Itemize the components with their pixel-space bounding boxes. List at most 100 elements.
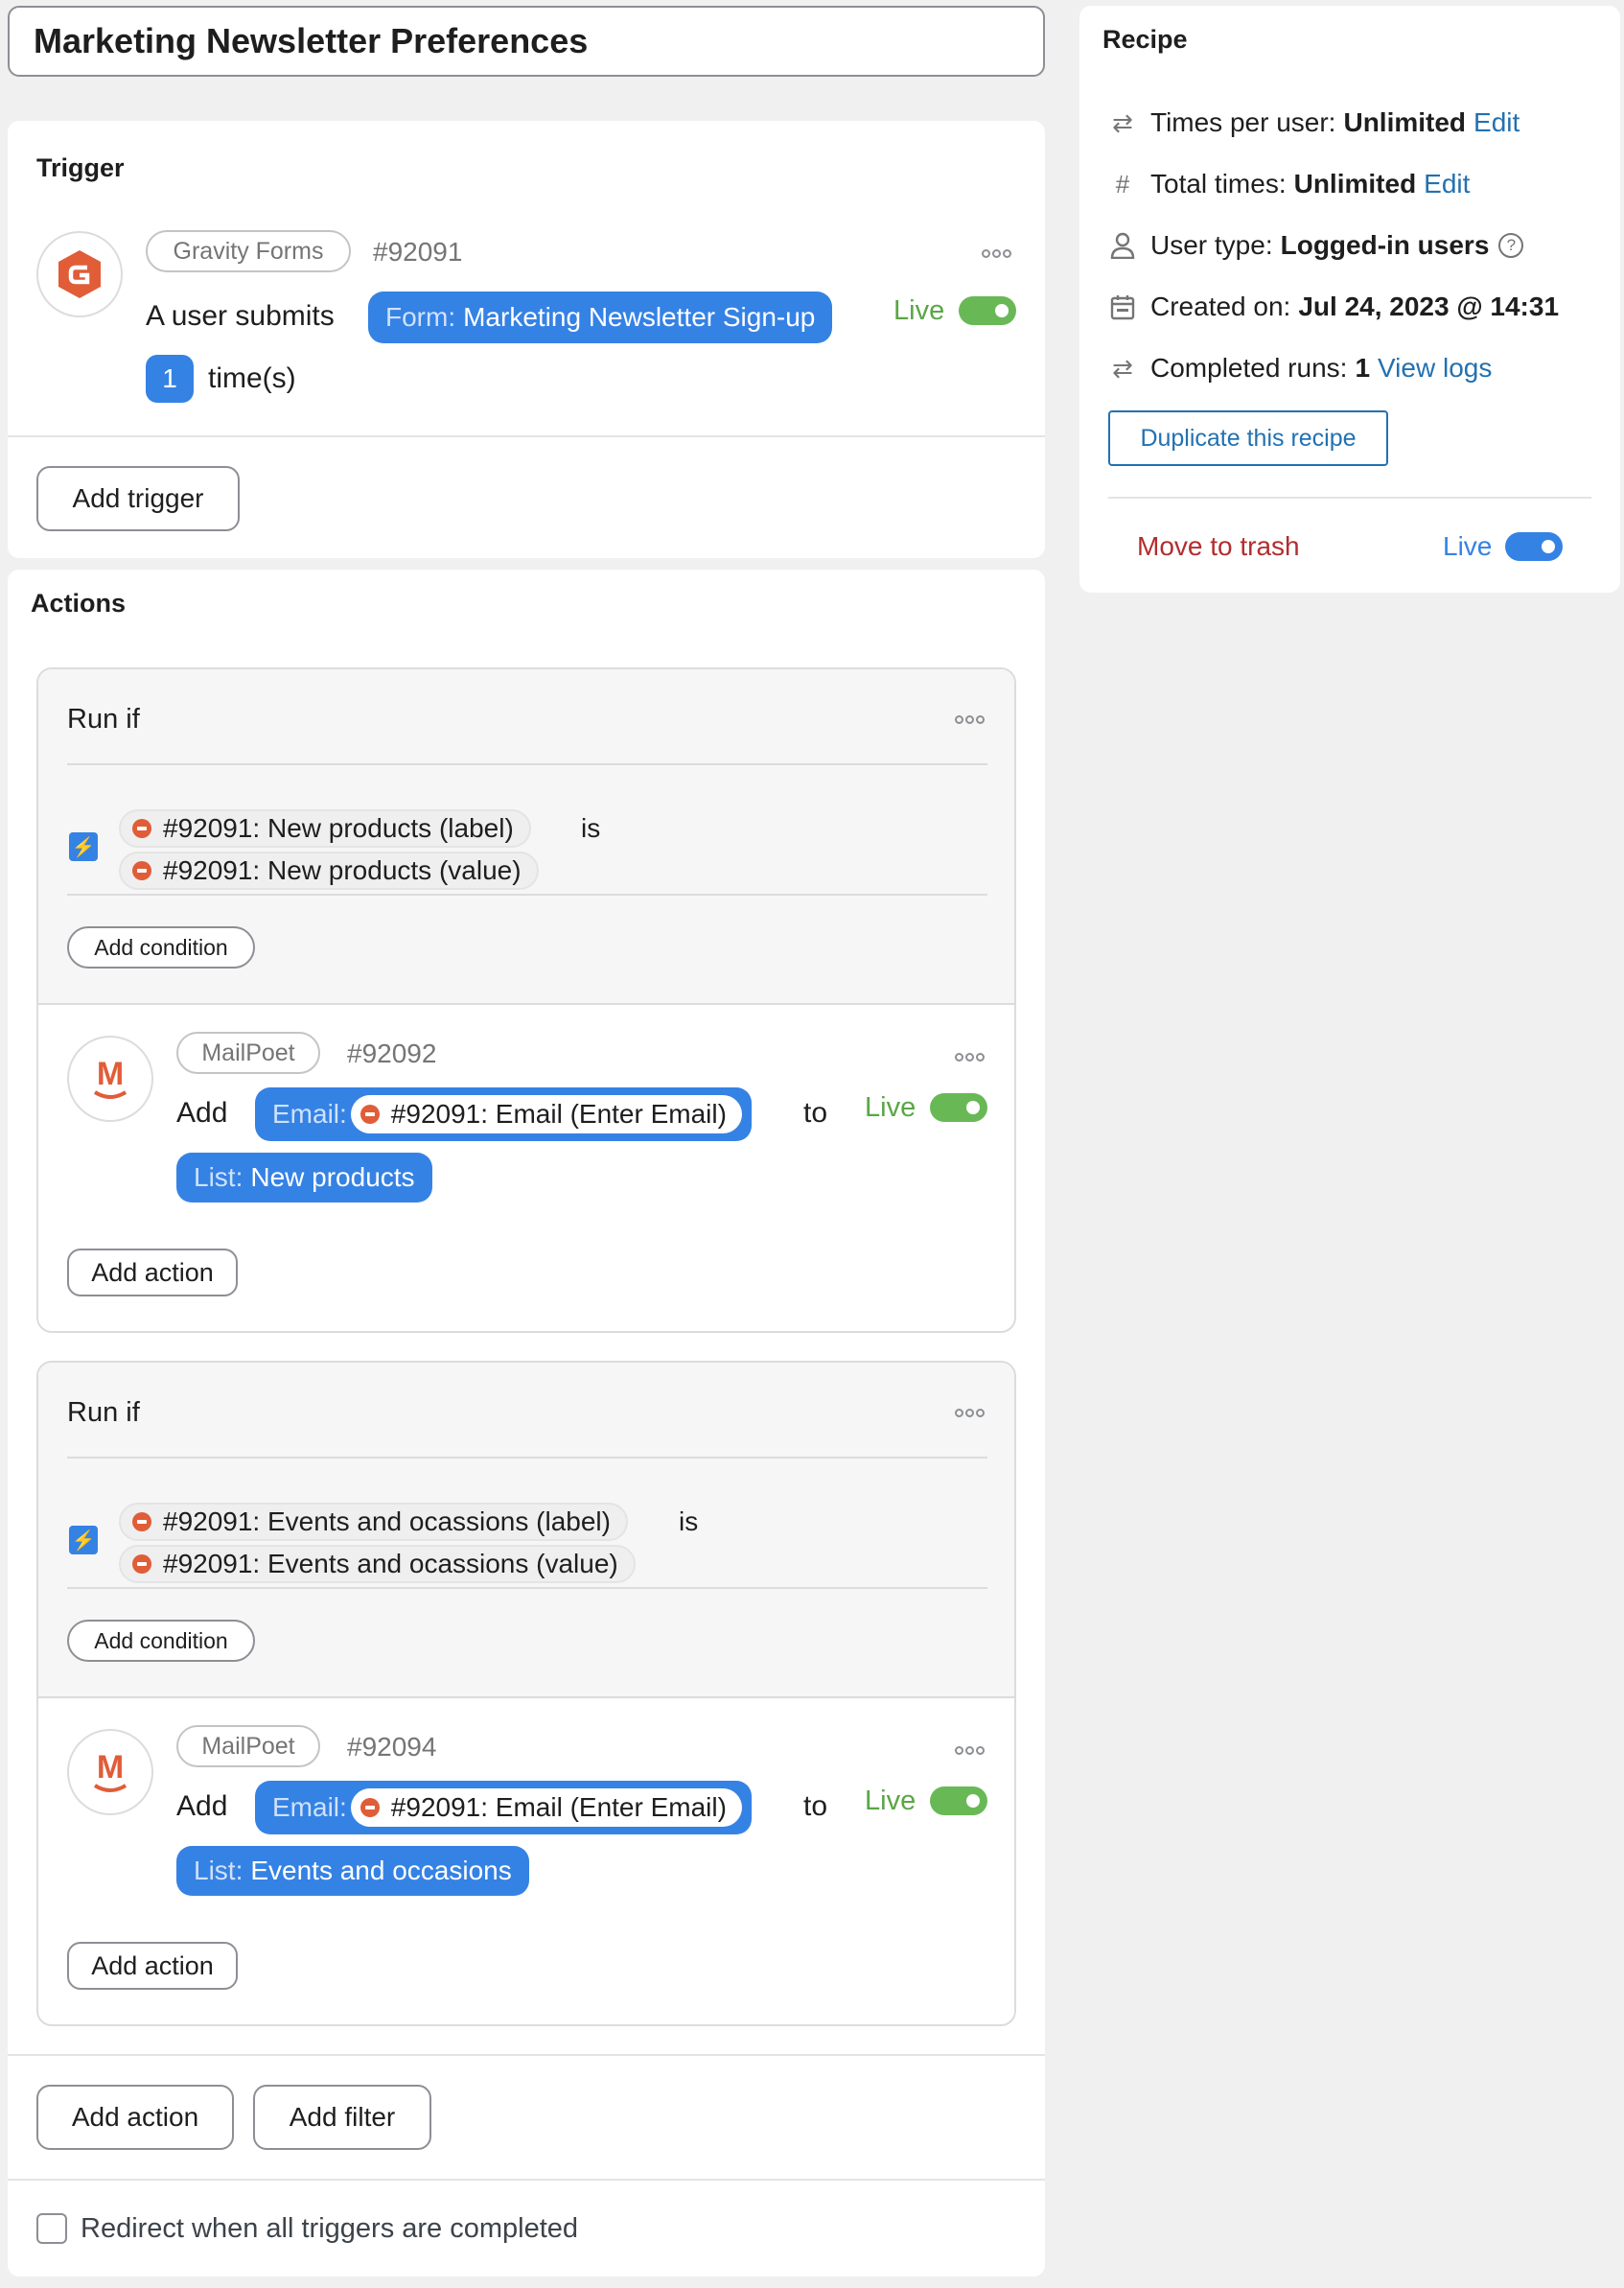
action-integration-badge: MailPoet — [176, 1032, 320, 1074]
move-to-trash-link[interactable]: Move to trash — [1137, 531, 1300, 562]
trigger-form-token[interactable]: Form: Marketing Newsletter Sign-up — [368, 292, 833, 343]
action-email-value: #92091: Email (Enter Email) — [390, 1099, 727, 1129]
condition-right-token[interactable]: #92091: New products (value) — [119, 852, 539, 890]
condition-left-text: #92091: Events and ocassions (label) — [163, 1506, 611, 1536]
action-list-key: List: — [194, 1162, 244, 1192]
action-more-menu-icon[interactable] — [955, 1739, 986, 1761]
run-if-heading: Run if — [67, 1397, 140, 1428]
recipe-title-input[interactable]: Marketing Newsletter Preferences — [8, 6, 1045, 77]
gravity-forms-mini-icon — [360, 1105, 380, 1124]
trigger-panel: Trigger Gravity Forms #92091 A user subm… — [8, 121, 1045, 558]
mailpoet-logo: M — [67, 1036, 153, 1122]
bolt-icon: ⚡ — [69, 1526, 98, 1554]
trigger-form-value: Marketing Newsletter Sign-up — [463, 302, 816, 332]
action-to: to — [803, 1790, 828, 1822]
trigger-id: #92091 — [373, 237, 463, 267]
group-divider — [38, 1696, 1014, 1698]
condition-operator: is — [581, 813, 601, 843]
help-icon[interactable]: ? — [1498, 233, 1524, 258]
bolt-icon: ⚡ — [69, 832, 98, 861]
actions-footer-divider — [8, 2054, 1045, 2056]
trigger-live-toggle[interactable] — [959, 296, 1016, 325]
gravity-forms-mini-icon — [132, 1554, 151, 1574]
sidebar-divider — [1108, 497, 1591, 499]
total-times-edit-link[interactable]: Edit — [1424, 169, 1470, 199]
redirect-label: Redirect when all triggers are completed — [81, 2213, 579, 2244]
group-add-action-button[interactable]: Add action — [67, 1249, 238, 1296]
user-type-label: User type: — [1150, 230, 1273, 260]
created-on-label: Created on: — [1150, 292, 1291, 321]
view-logs-link[interactable]: View logs — [1378, 353, 1492, 384]
action-id: #92092 — [347, 1039, 437, 1068]
trigger-count-token[interactable]: 1 — [146, 355, 194, 403]
action-email-value-token: #92091: Email (Enter Email) — [350, 1788, 742, 1827]
add-action-button[interactable]: Add action — [36, 2085, 234, 2150]
add-filter-button[interactable]: Add filter — [253, 2085, 431, 2150]
condition-right-token[interactable]: #92091: Events and ocassions (value) — [119, 1545, 636, 1583]
action-email-token[interactable]: Email: #92091: Email (Enter Email) — [255, 1781, 752, 1834]
trigger-integration-badge: Gravity Forms — [146, 230, 351, 272]
action-list-key: List: — [194, 1856, 244, 1885]
run-if-heading: Run if — [67, 704, 140, 735]
condition-right-text: #92091: New products (value) — [163, 855, 522, 885]
times-per-user-edit-link[interactable]: Edit — [1473, 107, 1520, 138]
completed-runs-row: ⇄ Completed runs: 1 View logs — [1108, 353, 1492, 384]
created-on-row: Created on: Jul 24, 2023 @ 14:31 — [1108, 292, 1559, 322]
action-live-toggle[interactable] — [930, 1786, 987, 1815]
action-more-menu-icon[interactable] — [955, 1045, 986, 1067]
run-if-divider — [67, 1457, 987, 1459]
add-condition-button[interactable]: Add condition — [67, 926, 255, 969]
action-integration-badge: MailPoet — [176, 1725, 320, 1767]
repeat-icon: ⇄ — [1112, 107, 1133, 137]
times-per-user-label: Times per user: — [1150, 107, 1336, 137]
gravity-forms-mini-icon — [132, 1512, 151, 1531]
run-if-section: Run if ⚡ #92091: Events and ocassions (l… — [38, 1363, 1014, 1698]
gravity-forms-logo — [36, 231, 123, 317]
sidebar-heading: Recipe — [1102, 25, 1188, 54]
action-live-label: Live — [865, 1092, 916, 1123]
trigger-live-label: Live — [893, 295, 945, 326]
run-if-divider — [67, 763, 987, 765]
repeat-icon: ⇄ — [1112, 353, 1133, 383]
action-live-label: Live — [865, 1786, 916, 1816]
action-live-toggle[interactable] — [930, 1093, 987, 1122]
filter-group-1: Run if ⚡ #92091: New products (label) is… — [36, 667, 1016, 1333]
condition-left-text: #92091: New products (label) — [163, 813, 514, 843]
condition-right-text: #92091: Events and ocassions (value) — [163, 1549, 618, 1578]
total-times-row: # Total times: Unlimited Edit — [1108, 169, 1471, 199]
run-if-more-menu-icon[interactable] — [955, 708, 986, 730]
trigger-divider — [8, 435, 1045, 437]
action-verb: Add — [176, 1790, 228, 1822]
svg-text:M: M — [97, 1056, 124, 1092]
trigger-form-key: Form: — [385, 302, 456, 332]
recipe-live-label: Live — [1443, 531, 1493, 561]
run-if-section: Run if ⚡ #92091: New products (label) is… — [38, 669, 1014, 1005]
condition-left-token[interactable]: #92091: Events and ocassions (label) — [119, 1503, 628, 1541]
trigger-sentence-prefix: A user submits — [146, 300, 335, 332]
run-if-more-menu-icon[interactable] — [955, 1401, 986, 1423]
action-list-token[interactable]: List: New products — [176, 1153, 432, 1202]
gravity-forms-mini-icon — [360, 1798, 380, 1817]
action-email-token[interactable]: Email: #92091: Email (Enter Email) — [255, 1087, 752, 1141]
hash-icon: # — [1115, 169, 1130, 198]
gravity-forms-mini-icon — [132, 861, 151, 880]
trigger-count-suffix: time(s) — [208, 362, 296, 394]
recipe-live-toggle[interactable] — [1505, 532, 1563, 561]
duplicate-recipe-button[interactable]: Duplicate this recipe — [1108, 410, 1388, 466]
action-email-key: Email: — [272, 1792, 347, 1822]
condition-left-token[interactable]: #92091: New products (label) — [119, 809, 531, 848]
action-verb: Add — [176, 1097, 228, 1129]
filter-group-2: Run if ⚡ #92091: Events and ocassions (l… — [36, 1361, 1016, 2026]
add-trigger-button[interactable]: Add trigger — [36, 466, 240, 531]
svg-text:M: M — [97, 1749, 124, 1786]
redirect-checkbox[interactable] — [36, 2213, 67, 2244]
action-to: to — [803, 1097, 828, 1129]
trigger-more-menu-icon[interactable] — [982, 242, 1013, 264]
action-list-token[interactable]: List: Events and occasions — [176, 1846, 529, 1896]
group-divider — [38, 1003, 1014, 1005]
add-condition-button[interactable]: Add condition — [67, 1620, 255, 1662]
completed-runs-label: Completed runs: — [1150, 353, 1348, 383]
group-add-action-button[interactable]: Add action — [67, 1942, 238, 1990]
total-times-value: Unlimited — [1293, 169, 1417, 198]
action-email-key: Email: — [272, 1099, 347, 1129]
